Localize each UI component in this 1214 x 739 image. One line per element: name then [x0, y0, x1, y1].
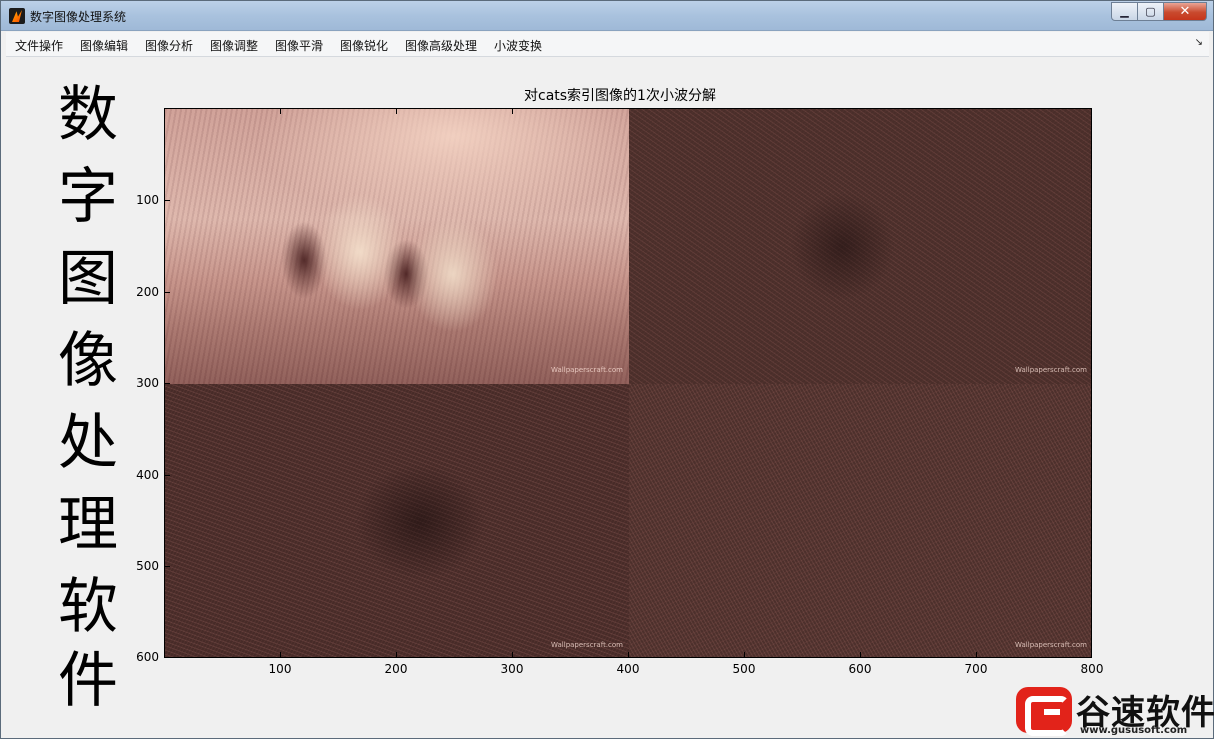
x-tick: [396, 109, 397, 114]
y-tick-label: 200: [136, 285, 159, 299]
side-char: 处: [58, 408, 118, 478]
x-tick-label: 800: [1080, 662, 1104, 676]
x-tick-label: 400: [616, 662, 640, 676]
side-char: 字: [58, 162, 118, 232]
y-tick: [165, 566, 170, 567]
menu-sharpen[interactable]: 图像锐化: [340, 37, 388, 54]
image-watermark: Wallpaperscraft.com: [1015, 366, 1087, 374]
y-tick: [165, 475, 170, 476]
image-axes[interactable]: Wallpaperscraft.com Wallpaperscraft.com …: [164, 108, 1092, 658]
diagonal-detail-image: Wallpaperscraft.com: [629, 384, 1091, 657]
y-tick-label: 500: [136, 559, 159, 573]
x-tick: [512, 109, 513, 114]
maximize-icon: ▢: [1145, 5, 1156, 18]
y-tick-label: 600: [136, 650, 159, 664]
x-tick-label: 600: [848, 662, 872, 676]
logo-url: www.gususoft.com: [1080, 725, 1188, 736]
image-watermark: Wallpaperscraft.com: [551, 366, 623, 374]
minimize-icon: ▁: [1120, 5, 1129, 18]
side-char: 理: [58, 490, 118, 560]
menu-file[interactable]: 文件操作: [15, 37, 63, 54]
plot-title: 对cats索引图像的1次小波分解: [524, 88, 716, 104]
matlab-icon[interactable]: [9, 8, 25, 24]
y-tick: [165, 292, 170, 293]
y-tick-label: 100: [136, 193, 159, 207]
image-watermark: Wallpaperscraft.com: [551, 641, 623, 649]
maximize-button[interactable]: ▢: [1138, 2, 1164, 21]
title-bar[interactable]: 数字图像处理系统 ▁ ▢ ✕: [1, 1, 1213, 31]
app-window: 数字图像处理系统 ▁ ▢ ✕ 文件操作 图像编辑 图像分析 图像调整 图像平滑 …: [0, 0, 1214, 739]
menu-wavelet[interactable]: 小波变换: [494, 37, 542, 54]
image-watermark: Wallpaperscraft.com: [1015, 641, 1087, 649]
menu-advanced[interactable]: 图像高级处理: [405, 37, 477, 54]
x-tick: [744, 652, 745, 657]
x-tick: [396, 652, 397, 657]
side-char: 图: [58, 244, 118, 314]
x-tick-label: 500: [732, 662, 756, 676]
window-title: 数字图像处理系统: [30, 10, 127, 24]
side-char: 数: [58, 80, 118, 150]
logo-g-icon: [1016, 687, 1072, 736]
y-tick-label: 400: [136, 468, 159, 482]
side-char: 像: [58, 326, 118, 396]
y-tick-label: 300: [136, 376, 159, 390]
menu-smooth[interactable]: 图像平滑: [275, 37, 323, 54]
y-tick: [165, 200, 170, 201]
close-button[interactable]: ✕: [1164, 2, 1207, 21]
x-tick: [976, 652, 977, 657]
x-tick-label: 100: [268, 662, 292, 676]
menu-bar: 文件操作 图像编辑 图像分析 图像调整 图像平滑 图像锐化 图像高级处理 小波变…: [6, 32, 1209, 57]
x-tick: [280, 652, 281, 657]
y-tick: [165, 383, 170, 384]
side-char: 件: [58, 646, 118, 716]
horizontal-detail-image: Wallpaperscraft.com: [629, 109, 1091, 384]
gususoft-logo: 谷速软件 www.gususoft.com: [1014, 685, 1214, 737]
x-tick-label: 200: [384, 662, 408, 676]
menu-overflow-icon[interactable]: ↘: [1195, 37, 1203, 48]
x-tick-label: 300: [500, 662, 524, 676]
x-tick: [628, 652, 629, 657]
minimize-button[interactable]: ▁: [1111, 2, 1138, 21]
x-tick: [860, 652, 861, 657]
x-tick-label: 700: [964, 662, 988, 676]
menu-edit[interactable]: 图像编辑: [80, 37, 128, 54]
menu-adjust[interactable]: 图像调整: [210, 37, 258, 54]
window-controls: ▁ ▢ ✕: [1111, 2, 1207, 21]
approximation-image: Wallpaperscraft.com: [165, 109, 629, 384]
side-char: 软: [58, 572, 118, 642]
close-icon: ✕: [1179, 4, 1191, 19]
x-tick: [512, 652, 513, 657]
x-tick: [280, 109, 281, 114]
vertical-detail-image: Wallpaperscraft.com: [165, 384, 629, 657]
menu-analysis[interactable]: 图像分析: [145, 37, 193, 54]
